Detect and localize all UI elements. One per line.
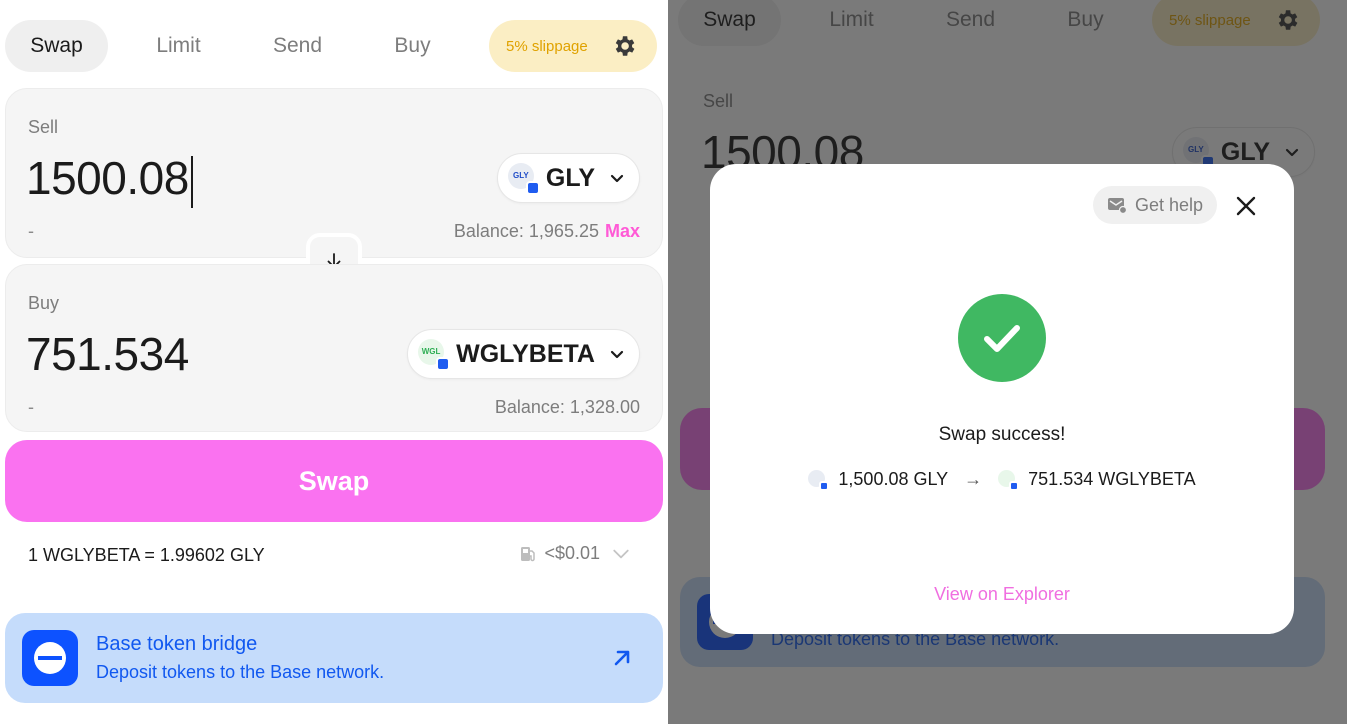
gear-icon <box>615 36 635 56</box>
bridge-subtitle: Deposit tokens to the Base network. <box>96 662 385 682</box>
chevron-down-icon <box>613 549 629 558</box>
sell-balance-text: Balance: 1,965.25 <box>453 221 599 241</box>
gas-fee-value: <$0.01 <box>544 543 600 563</box>
success-check-icon <box>958 294 1046 382</box>
swap-panel: Swap Limit Send Buy 5% slippage Sell 150… <box>0 0 668 724</box>
swap-success-title: Swap success! <box>938 424 1066 445</box>
tab-send[interactable]: Send <box>246 20 349 72</box>
buy-usd-value: - <box>28 397 34 417</box>
arrow-up-right-icon <box>614 650 630 666</box>
gas-fee-toggle[interactable]: <$0.01 <box>512 543 636 564</box>
tab-buy[interactable]: Buy <box>361 20 464 72</box>
view-on-explorer-link[interactable]: View on Explorer <box>710 584 1294 605</box>
tab-limit[interactable]: Limit <box>127 20 230 72</box>
base-bridge-banner[interactable]: Base token bridge Deposit tokens to the … <box>5 613 663 703</box>
sell-amount-value: 1500.08 <box>26 152 189 204</box>
sell-token-selector[interactable]: GLY GLY <box>496 153 640 203</box>
slippage-settings-button[interactable]: 5% slippage <box>489 20 657 72</box>
wglybeta-token-icon: WGL <box>418 339 451 371</box>
buy-token-symbol: WGLYBETA <box>456 339 595 368</box>
buy-card: Buy 751.534 WGL WGLYBETA - Balance: 1,32… <box>5 264 663 432</box>
buy-token-selector[interactable]: WGL WGLYBETA <box>407 329 640 379</box>
swap-from-amount: 1,500.08 GLY <box>838 469 949 489</box>
get-help-button[interactable]: Get help <box>1093 186 1218 224</box>
slippage-label: 5% slippage <box>506 37 588 55</box>
swap-tabs: Swap Limit Send Buy 5% slippage <box>5 20 660 72</box>
sell-usd-value: - <box>28 221 34 241</box>
max-button[interactable]: Max <box>605 221 640 241</box>
buy-balance: Balance: 1,328.00 <box>494 397 640 417</box>
arrow-right-icon: → <box>964 469 983 489</box>
swap-to-amount: 751.534 WGLYBETA <box>1028 469 1196 489</box>
bridge-title: Base token bridge <box>96 633 258 655</box>
close-icon[interactable] <box>1234 194 1258 218</box>
gas-pump-icon <box>521 546 536 561</box>
gly-token-icon: GLY <box>507 163 540 195</box>
swap-success-modal: Get help Swap success! 1,500.08 GLY → 75… <box>710 164 1294 634</box>
swap-button[interactable]: Swap <box>5 440 663 522</box>
buy-amount-input[interactable]: 751.534 <box>26 327 189 381</box>
chevron-down-icon <box>610 350 624 359</box>
base-logo-icon <box>22 630 78 686</box>
exchange-rate[interactable]: 1 WGLYBETA = 1.99602 GLY <box>28 545 265 566</box>
sell-balance: Balance: 1,965.25 Max <box>454 221 640 242</box>
sell-label: Sell <box>28 117 59 137</box>
sell-amount-input[interactable]: 1500.08 <box>26 151 193 208</box>
gly-token-icon <box>808 469 830 491</box>
tab-swap[interactable]: Swap <box>5 20 108 72</box>
sell-token-symbol: GLY <box>545 163 595 192</box>
swap-summary: 1,500.08 GLY → 751.534 WGLYBETA <box>710 469 1294 491</box>
help-chat-icon <box>1108 198 1127 214</box>
chevron-down-icon <box>610 174 624 183</box>
get-help-label: Get help <box>1135 194 1204 215</box>
buy-label: Buy <box>28 293 60 313</box>
swap-panel-success-state: Swap Limit Send Buy 5% slippage Sell 150… <box>668 0 1347 724</box>
text-caret <box>190 155 193 208</box>
wglybeta-token-icon <box>998 469 1020 491</box>
